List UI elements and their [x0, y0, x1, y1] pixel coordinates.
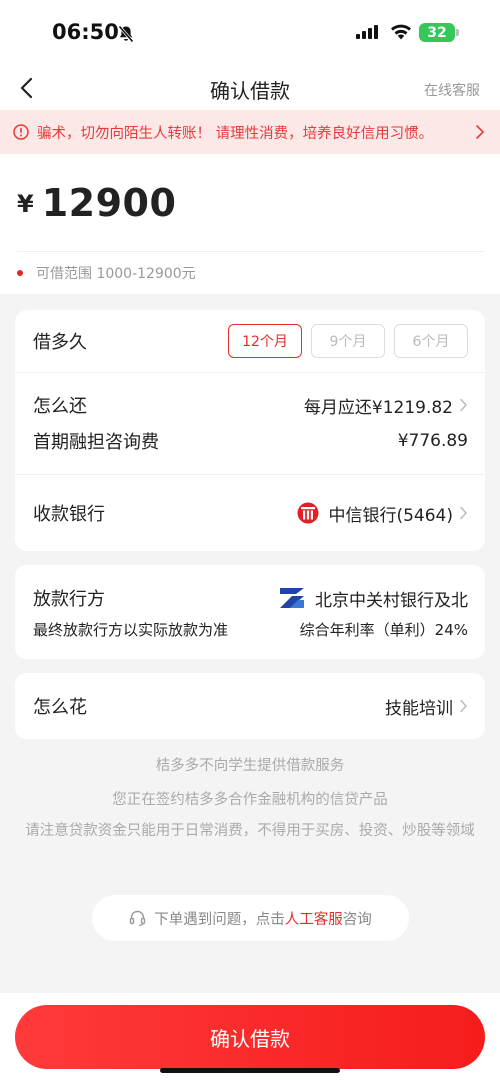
lender-note: 最终放款行方以实际放款为准: [33, 620, 229, 639]
fee-label: 首期融担咨询费: [33, 432, 159, 453]
zgc-bank-logo-icon: [280, 588, 304, 608]
notice-partner: 您正在签约桔多多合作金融机构的信贷产品: [112, 792, 388, 808]
bank-value: 中信银行(5464): [328, 505, 453, 526]
help-pill[interactable]: 下单遇到问题，点击 人工客服 咨询: [92, 895, 409, 941]
currency-symbol: ¥: [17, 189, 34, 218]
lender-row: 放款行方 北京中关村银行及北: [33, 585, 468, 611]
purpose-card[interactable]: 怎么花 技能培训: [15, 673, 485, 739]
purpose-row[interactable]: 怎么花 技能培训: [33, 693, 468, 719]
headset-icon: [130, 910, 146, 926]
help-suffix: 咨询: [342, 911, 372, 928]
header-area: 06:50 32 确认借款 在线客服 骗术，切勿向陌生人转账！ 请理性消费，培养…: [0, 0, 500, 294]
status-bar: 06:50 32: [0, 0, 500, 66]
warning-icon: [13, 124, 29, 140]
repay-value-wrap: 每月应还¥1219.82: [304, 393, 468, 418]
lender-name-wrap: 北京中关村银行及北: [278, 586, 468, 611]
confirm-loan-button[interactable]: 确认借款: [15, 1005, 485, 1069]
status-time: 06:50: [52, 20, 119, 44]
bank-label: 收款银行: [33, 504, 105, 525]
term-label: 借多久: [33, 332, 87, 353]
human-service-link[interactable]: 人工客服: [285, 908, 343, 929]
wifi-icon: [391, 24, 411, 40]
loan-range: 可借范围 1000-12900元: [36, 266, 196, 282]
fraud-warning-banner[interactable]: 骗术，切勿向陌生人转账！ 请理性消费，培养良好信用习惯。: [0, 110, 500, 154]
bell-muted-icon: [118, 25, 134, 43]
purpose-value: 技能培训: [385, 698, 453, 719]
chevron-right-icon: [460, 699, 467, 713]
lender-name: 北京中关村银行及北: [315, 590, 468, 611]
monthly-payment: 每月应还¥1219.82: [303, 397, 453, 418]
term-option-12[interactable]: 12个月: [228, 324, 302, 358]
red-dot: [17, 270, 23, 276]
range-row: 可借范围 1000-12900元: [17, 252, 483, 294]
bank-row[interactable]: 收款银行 中信银行(5464): [33, 500, 468, 526]
lender-card: 放款行方 北京中关村银行及北 最终放款行方以实际放款为准 综合年利率（单利）24…: [15, 565, 485, 659]
online-service-link[interactable]: 在线客服: [424, 80, 480, 100]
fee-row: 首期融担咨询费 ¥776.89: [33, 428, 468, 454]
amount-row[interactable]: ¥ 12900: [17, 154, 483, 252]
bank-value-wrap: 中信银行(5464): [297, 501, 468, 526]
term-option-6[interactable]: 6个月: [394, 324, 468, 358]
term-row: 借多久 12个月 9个月 6个月: [33, 324, 468, 358]
signal-icon: [356, 25, 378, 39]
purpose-label: 怎么花: [33, 697, 87, 718]
battery-indicator: 32: [419, 23, 455, 42]
interest-rate: 综合年利率（单利）24%: [299, 620, 468, 639]
loan-amount[interactable]: 12900: [42, 181, 177, 225]
chevron-right-icon: [476, 125, 484, 139]
chevron-right-icon: [460, 398, 467, 412]
fee-value: ¥776.89: [397, 431, 468, 451]
repay-row[interactable]: 怎么还 每月应还¥1219.82: [33, 392, 468, 418]
divider: [15, 474, 485, 475]
warning-text: 骗术，切勿向陌生人转账！ 请理性消费，培养良好信用习惯。: [37, 125, 434, 142]
citic-bank-logo-icon: [297, 502, 319, 524]
chevron-right-icon: [460, 506, 467, 520]
notice-usage: 请注意贷款资金只能用于日常消费，不得用于买房、投资、炒股等领域: [25, 823, 475, 839]
help-prefix: 下单遇到问题，点击: [154, 911, 285, 928]
nav-bar: 确认借款 在线客服: [0, 66, 500, 110]
amount-section: ¥ 12900 可借范围 1000-12900元: [0, 154, 500, 294]
notice-student: 桔多多不向学生提供借款服务: [155, 758, 345, 774]
term-options: 12个月 9个月 6个月: [228, 324, 468, 358]
battery-cap: [456, 29, 459, 36]
loan-detail-card: 借多久 12个月 9个月 6个月 怎么还 每月应还¥1219.82 首期融担咨询…: [15, 310, 485, 551]
lender-label: 放款行方: [33, 589, 105, 610]
repay-label: 怎么还: [33, 396, 87, 417]
term-option-9[interactable]: 9个月: [311, 324, 385, 358]
divider: [15, 372, 485, 373]
lender-sub-row: 最终放款行方以实际放款为准 综合年利率（单利）24%: [33, 618, 468, 640]
purpose-value-wrap: 技能培训: [385, 694, 468, 719]
home-indicator: [160, 1068, 340, 1073]
